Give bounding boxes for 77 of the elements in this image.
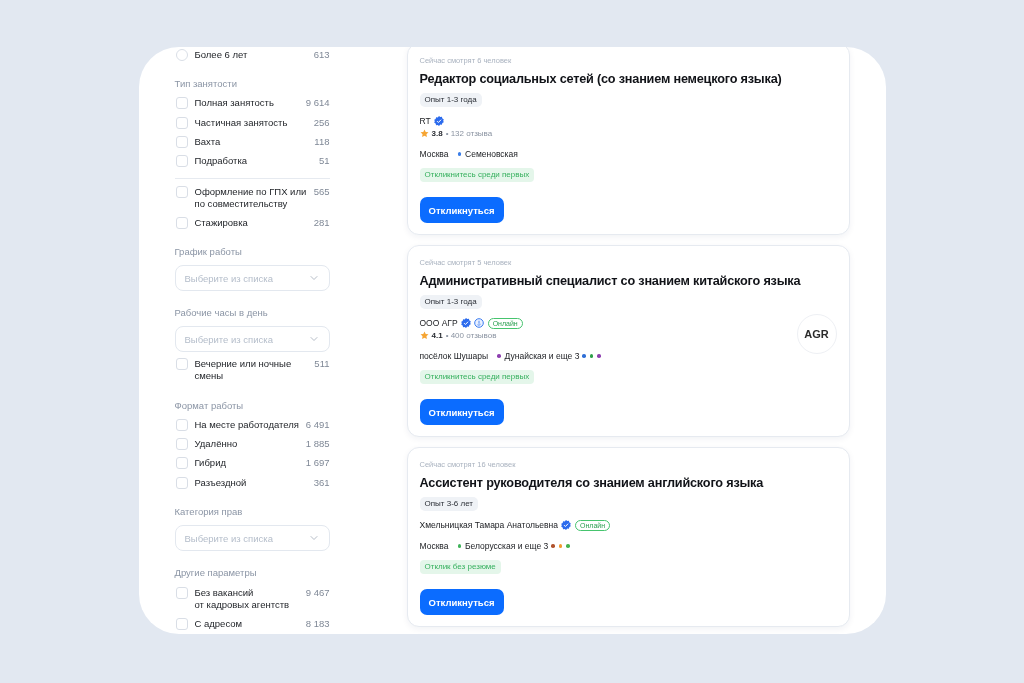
checkbox[interactable] — [175, 116, 188, 129]
experience-tag: Опыт 3-6 лет — [419, 497, 478, 511]
filter-option-label[interactable]: Удалённо — [194, 438, 300, 451]
checkbox[interactable] — [175, 216, 188, 229]
apply-button[interactable]: Откликнуться — [419, 399, 504, 425]
highlight-badge: Отклик без резюме — [419, 560, 501, 574]
filter-option-label[interactable]: Без вакансий от кадровых агентств — [194, 586, 300, 611]
filter-option-label[interactable]: Стажировка — [194, 216, 308, 229]
verified-badge-icon — [561, 520, 571, 530]
filter-option-label[interactable]: Гибрид — [194, 457, 300, 470]
verified-badge-icon — [433, 116, 444, 126]
checkbox[interactable] — [175, 136, 188, 148]
filter-option-label[interactable]: С адресом — [194, 617, 300, 630]
experience-tag: Опыт 1-3 года — [419, 295, 482, 309]
city-name: Москва — [419, 541, 449, 551]
checkbox[interactable] — [175, 185, 188, 198]
option-count: 511 — [314, 358, 330, 371]
option-count: 281 — [313, 216, 330, 229]
option-count: 613 — [313, 48, 330, 61]
rating-score: 4.1 — [431, 330, 443, 340]
vacancy-title[interactable]: Ассистент руководителя со знанием английского языка — [419, 474, 764, 492]
option-count: 118 — [314, 136, 330, 148]
highlight-badge: Откликнитесь среди первых — [419, 370, 535, 384]
filter-option-label[interactable]: Вахта — [194, 136, 309, 148]
option-count: 1 885 — [305, 438, 330, 451]
radio-button[interactable] — [175, 48, 188, 61]
star-icon — [419, 128, 429, 138]
filter-heading: Категория прав — [174, 506, 244, 519]
filter-option-label[interactable]: Разъездной — [194, 476, 308, 489]
option-count: 9 467 — [305, 586, 330, 599]
apply-button[interactable]: Откликнуться — [419, 197, 504, 223]
filter-heading: Тип занятости — [174, 78, 238, 91]
filter-option-label[interactable]: Более 6 лет — [194, 48, 308, 61]
star-icon — [419, 330, 429, 340]
metro-station: Белорусская и еще 3 — [465, 541, 549, 551]
checkbox[interactable] — [175, 358, 188, 371]
checkbox[interactable] — [175, 155, 188, 168]
rating-score: 3.8 — [431, 128, 443, 138]
filter-heading: Формат работы — [174, 399, 245, 412]
option-count: 8 183 — [305, 617, 330, 630]
filter-option-label[interactable]: Частичная занятость — [194, 116, 308, 129]
metro-station: Семеновская — [465, 149, 518, 159]
metro-station: Дунайская и еще 3 — [504, 351, 580, 361]
option-count: 6 491 — [305, 418, 330, 431]
vacancy-title[interactable]: Административный специалист со знанием китайского языка — [419, 272, 801, 290]
employer-name[interactable]: Хмельницкая Тамара Анатольевна — [419, 519, 558, 531]
checkbox[interactable] — [175, 476, 188, 489]
filter-heading: Другие параметры — [174, 567, 258, 580]
filter-option-label[interactable]: На месте работодателя — [194, 418, 300, 431]
filter-option-label[interactable]: Подработка — [194, 155, 313, 168]
employer-name[interactable]: RT — [419, 115, 431, 127]
option-count: 1 697 — [305, 457, 330, 470]
highlight-badge: Откликнитесь среди первых — [419, 168, 535, 182]
option-count: 51 — [318, 155, 330, 168]
checkbox[interactable] — [175, 418, 188, 431]
verified-badge-icon — [460, 318, 471, 328]
option-count: 256 — [313, 116, 330, 129]
vacancy-title[interactable]: Редактор социальных сетей (со знанием немецкого языка) — [419, 70, 782, 88]
filter-option-label[interactable]: Полная занятость — [194, 97, 300, 110]
city-name: посёлок Шушары — [419, 351, 489, 361]
city-name: Москва — [419, 149, 449, 159]
option-count: 9 614 — [305, 97, 330, 110]
checkbox[interactable] — [175, 438, 188, 451]
filter-option-label[interactable]: Оформление по ГПХ или по совместительству — [194, 185, 308, 210]
apply-button[interactable]: Откликнуться — [419, 589, 504, 615]
option-count: 565 — [313, 185, 330, 198]
option-count: 361 — [313, 476, 330, 489]
checkbox[interactable] — [175, 457, 188, 470]
circle-badge-icon — [473, 318, 484, 328]
filter-heading: Рабочие часы в день — [174, 307, 269, 320]
checkbox[interactable] — [175, 97, 188, 110]
experience-tag: Опыт 1-3 года — [419, 93, 482, 107]
filter-option-label[interactable]: Вечерние или ночные смены — [194, 358, 309, 383]
employer-name[interactable]: ООО АГР — [419, 317, 458, 329]
filter-heading: График работы — [174, 246, 243, 259]
checkbox[interactable] — [175, 586, 188, 599]
checkbox[interactable] — [175, 617, 188, 630]
